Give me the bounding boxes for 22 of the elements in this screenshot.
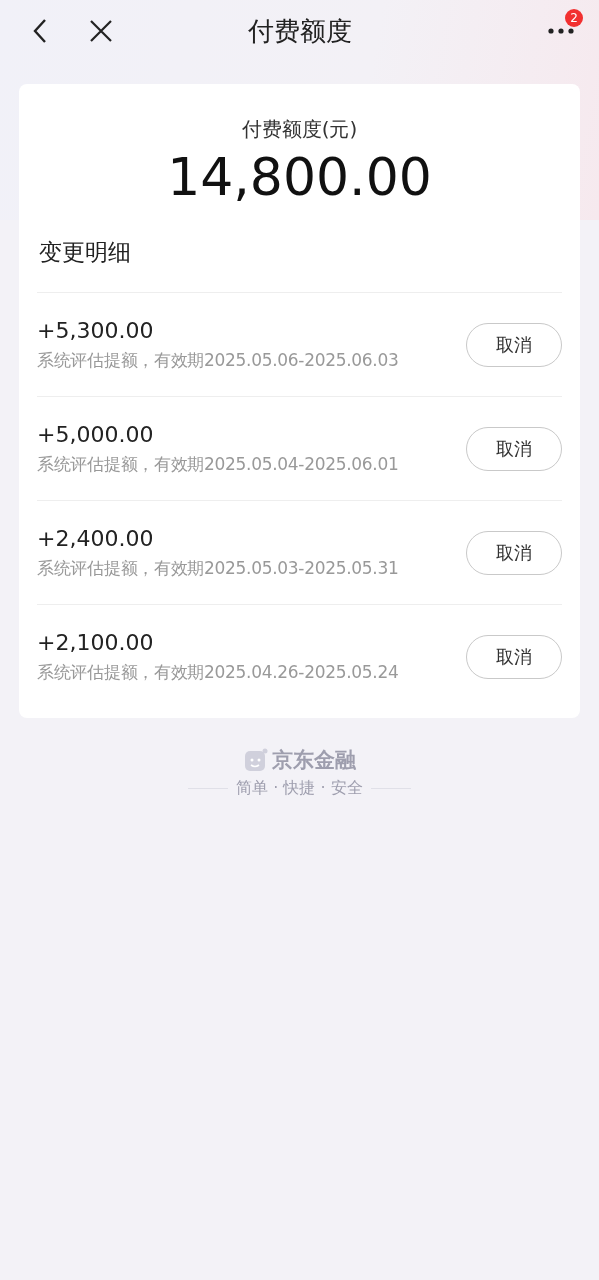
- change-amount: +5,300.00: [37, 317, 155, 343]
- change-description: 系统评估提额，有效期2025.05.03-2025.05.31: [37, 556, 400, 580]
- cancel-button[interactable]: 取消: [466, 426, 562, 471]
- quota-label: 付费额度(元): [240, 116, 359, 143]
- logo-icon: [243, 748, 268, 772]
- more-icon[interactable]: [547, 27, 575, 35]
- quota-amount: 14,800.00: [166, 147, 433, 207]
- change-description: 系统评估提额，有效期2025.04.26-2025.05.24: [37, 660, 400, 684]
- page-title: 付费额度: [247, 14, 352, 48]
- change-amount: +5,000.00: [37, 421, 155, 447]
- close-icon[interactable]: [88, 18, 114, 44]
- change-amount: +2,100.00: [37, 629, 155, 655]
- notification-badge: 2: [565, 9, 583, 27]
- cancel-button[interactable]: 取消: [466, 530, 562, 575]
- cancel-button[interactable]: 取消: [466, 634, 562, 679]
- brand-name: 京东金融: [271, 747, 356, 774]
- slogan: 简单 · 快捷 · 安全: [236, 778, 363, 799]
- section-title: 变更明细: [39, 238, 132, 267]
- change-description: 系统评估提额，有效期2025.05.06-2025.06.03: [37, 348, 400, 372]
- change-description: 系统评估提额，有效期2025.05.04-2025.06.01: [37, 452, 400, 476]
- change-amount: +2,400.00: [37, 525, 155, 551]
- cancel-button[interactable]: 取消: [466, 322, 562, 367]
